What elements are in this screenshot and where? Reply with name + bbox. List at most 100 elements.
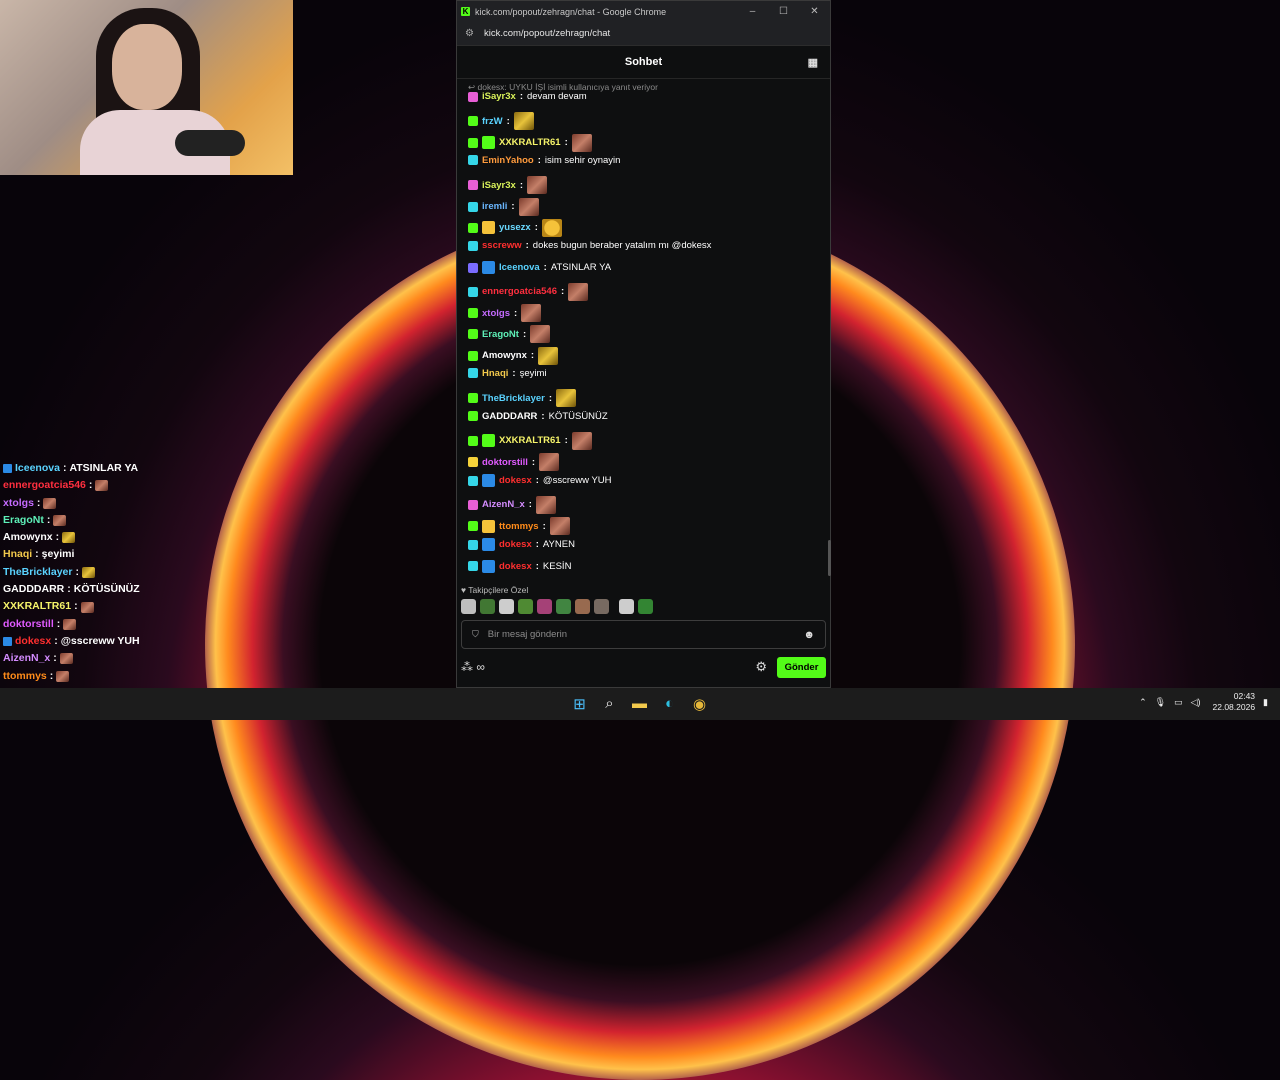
chat-username[interactable]: dokesx <box>499 539 532 550</box>
emote-option[interactable] <box>499 599 514 614</box>
chat-username[interactable]: xtolgs <box>482 308 510 319</box>
colon: : <box>537 154 541 166</box>
overlay-username: XXKRALTR61 <box>3 600 72 613</box>
chat-username[interactable]: dokesx <box>499 561 532 572</box>
overlay-message: xtolgs: <box>0 495 300 512</box>
chat-input[interactable]: ⛉ Bir mesaj gönderin ☻ <box>461 620 826 649</box>
colon: : <box>548 392 553 404</box>
chat-scrollbar[interactable] <box>828 540 831 576</box>
gold-emote <box>62 532 76 544</box>
chat-message: Iceenova: ATSINLAR YA <box>468 261 611 275</box>
file-explorer-icon[interactable]: ▬ <box>630 694 649 713</box>
emote-option[interactable] <box>556 599 571 614</box>
overlay-message: Amowynx: <box>0 529 300 546</box>
window-title: kick.com/popout/zehragn/chat - Google Ch… <box>475 6 667 17</box>
subscriber-badge-icon <box>468 499 478 510</box>
badge-icon <box>482 434 495 448</box>
send-button[interactable]: Gönder <box>777 656 826 678</box>
overlay-message: XXKRALTR61: <box>0 598 300 615</box>
site-settings-icon[interactable]: ⚙ <box>465 28 474 39</box>
gear-icon[interactable]: ⚙ <box>755 659 767 675</box>
colon: : <box>528 499 532 511</box>
address-bar[interactable]: ⚙ kick.com/popout/zehragn/chat <box>457 22 830 46</box>
emote-option[interactable] <box>594 599 609 614</box>
chat-username[interactable]: iSayr3x <box>482 91 516 102</box>
volume-icon[interactable]: ◁) <box>1191 697 1201 708</box>
maximize-button[interactable]: ☐ <box>768 6 799 17</box>
colon: : <box>519 91 523 102</box>
chat-username[interactable]: yusezx <box>499 222 531 233</box>
chat-username[interactable]: dokesx <box>499 475 532 486</box>
face-emote <box>568 282 589 301</box>
gold-emote <box>513 112 534 131</box>
chat-username[interactable]: iSayr3x <box>482 180 516 191</box>
face-emote <box>80 601 94 613</box>
chat-message: iSayr3x: <box>468 176 547 195</box>
windows-start-icon[interactable]: ⊞ <box>570 694 589 713</box>
subscriber-badge-icon <box>468 561 478 572</box>
emote-option[interactable] <box>537 599 552 614</box>
chat-username[interactable]: EragoNt <box>482 329 519 340</box>
overlay-text: KÖTÜSÜNÜZ <box>73 583 140 596</box>
microphone-icon[interactable]: 🎙 <box>1155 697 1166 708</box>
chat-username[interactable]: Iceenova <box>499 262 540 273</box>
overlay-username: GADDDARR <box>3 583 65 596</box>
subscriber-badge-icon <box>468 222 478 233</box>
chat-username[interactable]: ennergoatcia546 <box>482 286 557 297</box>
chat-username[interactable]: XXKRALTR61 <box>499 435 561 446</box>
subscriber-badge-icon <box>468 91 478 102</box>
emote-option[interactable] <box>480 599 495 614</box>
colon: : <box>564 137 568 149</box>
emoji-picker-icon[interactable]: ☻ <box>803 629 815 641</box>
colon: : <box>535 539 539 551</box>
chat-users-icon[interactable]: ▦ <box>808 56 818 69</box>
face-emote <box>59 653 73 665</box>
overlay-username: EragoNt <box>3 513 44 526</box>
colon: : <box>55 531 60 544</box>
chat-username[interactable]: Hnaqi <box>482 368 508 379</box>
chat-username[interactable]: AizenN_x <box>482 499 525 510</box>
chat-text: isim sehir oynayin <box>544 154 621 166</box>
emote-option[interactable] <box>638 599 653 614</box>
notification-icon[interactable]: ▮ <box>1263 697 1268 708</box>
emote-option[interactable] <box>619 599 634 614</box>
minimize-button[interactable]: – <box>737 6 768 17</box>
chat-username[interactable]: EminYahoo <box>482 155 534 166</box>
overlay-message: TheBricklayer: <box>0 564 300 581</box>
overlay-message: EragoNt: <box>0 512 300 529</box>
colon: : <box>506 115 510 127</box>
face-emote <box>53 515 67 527</box>
subscriber-badge-icon <box>468 393 478 404</box>
search-icon[interactable]: ⌕ <box>600 694 619 713</box>
chat-username[interactable]: TheBricklayer <box>482 393 545 404</box>
close-button[interactable]: ✕ <box>799 6 830 17</box>
edge-icon[interactable]: ◐ <box>660 694 679 713</box>
face-emote <box>526 176 547 195</box>
chat-username[interactable]: sscreww <box>482 240 522 251</box>
subscriber-badge-icon <box>468 116 478 127</box>
chat-username[interactable]: doktorstill <box>482 457 528 468</box>
chat-message: dokesx: AYNEN <box>468 538 575 552</box>
chat-username[interactable]: GADDDARR <box>482 411 537 422</box>
clock[interactable]: 02:43 22.08.2026 <box>1213 691 1256 713</box>
chat-username[interactable]: frzW <box>482 116 503 127</box>
chevron-up-icon[interactable]: ⌃ <box>1139 697 1147 708</box>
emote-option[interactable] <box>518 599 533 614</box>
emote-option[interactable] <box>575 599 590 614</box>
chat-username[interactable]: ttommys <box>499 521 539 532</box>
chat-username[interactable]: XXKRALTR61 <box>499 137 561 148</box>
colon: : <box>534 222 538 234</box>
chat-text: AYNEN <box>542 539 575 551</box>
colon: : <box>56 617 61 630</box>
subscriber-badge-icon <box>468 457 478 468</box>
points-infinity-icon[interactable]: ⁂ ∞ <box>461 660 485 674</box>
emote-option[interactable] <box>461 599 476 614</box>
subscriber-badge-icon <box>468 308 478 318</box>
title-bar: K kick.com/popout/zehragn/chat - Google … <box>457 1 830 22</box>
chat-username[interactable]: iremli <box>482 201 507 212</box>
badge-icon <box>482 519 495 533</box>
chat-username[interactable]: Amowynx <box>482 350 527 361</box>
colon: : <box>535 560 539 572</box>
network-icon[interactable]: ▭ <box>1174 697 1183 708</box>
chrome-icon[interactable]: ◉ <box>690 694 709 713</box>
